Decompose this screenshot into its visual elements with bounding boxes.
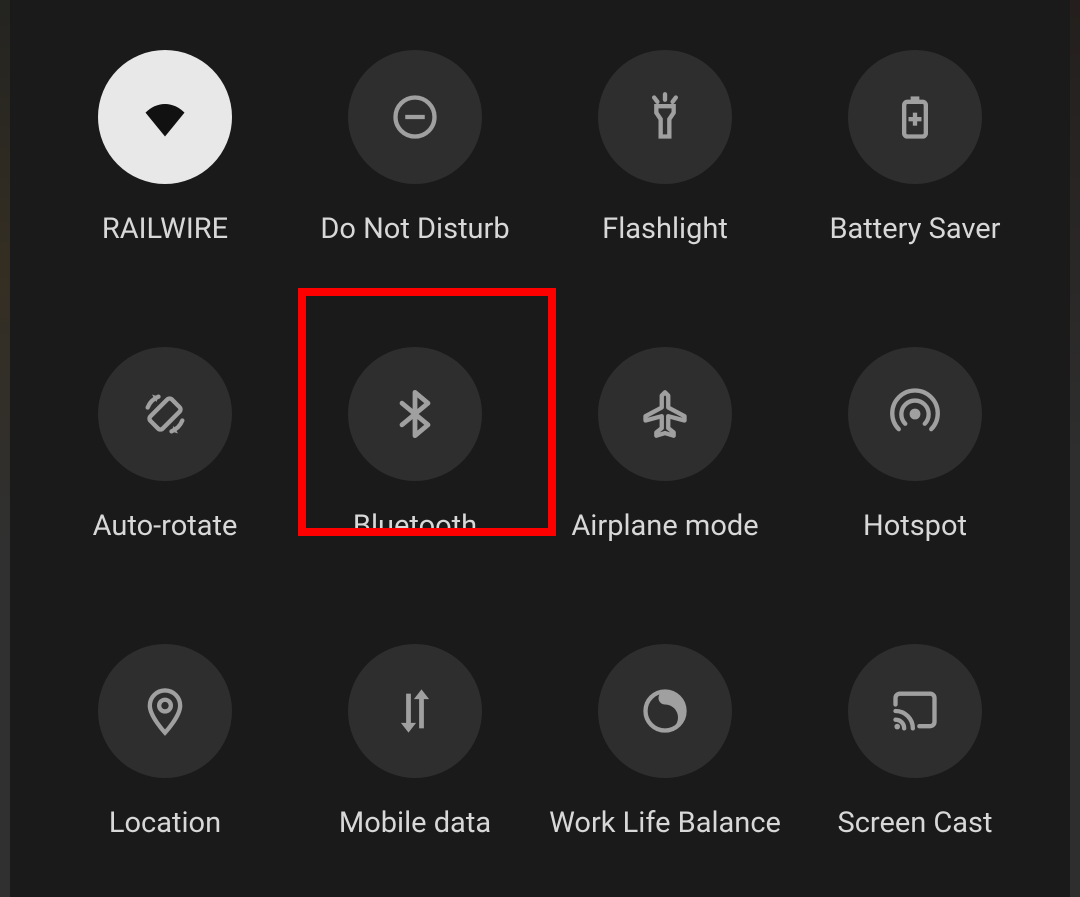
mobile-data-icon [389, 685, 441, 737]
flashlight-icon [639, 91, 691, 143]
screen-cast-toggle[interactable] [848, 644, 982, 778]
quick-settings-grid: RAILWIRE Do Not Disturb Flashlight [10, 0, 1070, 890]
flashlight-label: Flashlight [602, 212, 728, 246]
mobile-data-label: Mobile data [339, 806, 491, 840]
screen-cast-label: Screen Cast [837, 806, 992, 840]
screen-cast-icon [889, 685, 941, 737]
work-life-label: Work Life Balance [549, 806, 781, 840]
flashlight-toggle[interactable] [598, 50, 732, 184]
dnd-label: Do Not Disturb [320, 212, 509, 246]
work-life-toggle[interactable] [598, 644, 732, 778]
tile-screen-cast: Screen Cast [790, 593, 1040, 890]
wifi-icon [139, 91, 191, 143]
auto-rotate-icon [139, 388, 191, 440]
hotspot-toggle[interactable] [848, 347, 982, 481]
tile-battery-saver: Battery Saver [790, 0, 1040, 297]
tile-dnd: Do Not Disturb [290, 0, 540, 297]
location-icon [139, 685, 191, 737]
tile-flashlight: Flashlight [540, 0, 790, 297]
tile-mobile-data: Mobile data [290, 593, 540, 890]
hotspot-label: Hotspot [863, 509, 967, 543]
tile-wifi: RAILWIRE [40, 0, 290, 297]
wifi-toggle[interactable] [98, 50, 232, 184]
airplane-icon [639, 388, 691, 440]
location-toggle[interactable] [98, 644, 232, 778]
airplane-mode-label: Airplane mode [571, 509, 758, 543]
auto-rotate-toggle[interactable] [98, 347, 232, 481]
airplane-mode-toggle[interactable] [598, 347, 732, 481]
tile-hotspot: Hotspot [790, 297, 1040, 594]
bluetooth-label: Bluetooth [353, 509, 477, 543]
tile-airplane-mode: Airplane mode [540, 297, 790, 594]
tile-work-life: Work Life Balance [540, 593, 790, 890]
mobile-data-toggle[interactable] [348, 644, 482, 778]
auto-rotate-label: Auto-rotate [93, 509, 238, 543]
work-life-icon [639, 685, 691, 737]
dnd-toggle[interactable] [348, 50, 482, 184]
location-label: Location [109, 806, 221, 840]
battery-saver-label: Battery Saver [829, 212, 1000, 246]
dnd-icon [389, 91, 441, 143]
bluetooth-toggle[interactable] [348, 347, 482, 481]
tile-location: Location [40, 593, 290, 890]
tile-bluetooth: Bluetooth [290, 297, 540, 594]
battery-saver-toggle[interactable] [848, 50, 982, 184]
hotspot-icon [889, 388, 941, 440]
quick-settings-panel: RAILWIRE Do Not Disturb Flashlight [10, 0, 1070, 897]
battery-saver-icon [889, 91, 941, 143]
tile-auto-rotate: Auto-rotate [40, 297, 290, 594]
wifi-label: RAILWIRE [102, 212, 228, 246]
bluetooth-icon [389, 388, 441, 440]
